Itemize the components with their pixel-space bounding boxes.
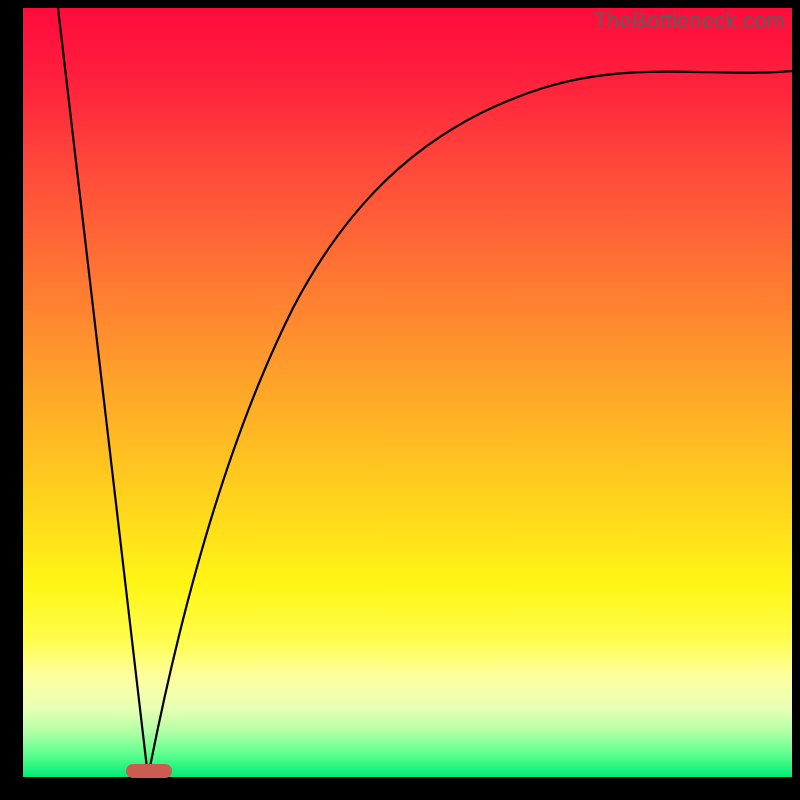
plot-area: TheBottleneck.com	[23, 8, 792, 777]
curve-left-segment	[58, 8, 148, 777]
chart-frame: TheBottleneck.com	[0, 0, 800, 800]
optimal-range-marker	[126, 764, 172, 778]
curve-right-segment	[148, 71, 792, 777]
bottleneck-curve	[23, 8, 792, 777]
